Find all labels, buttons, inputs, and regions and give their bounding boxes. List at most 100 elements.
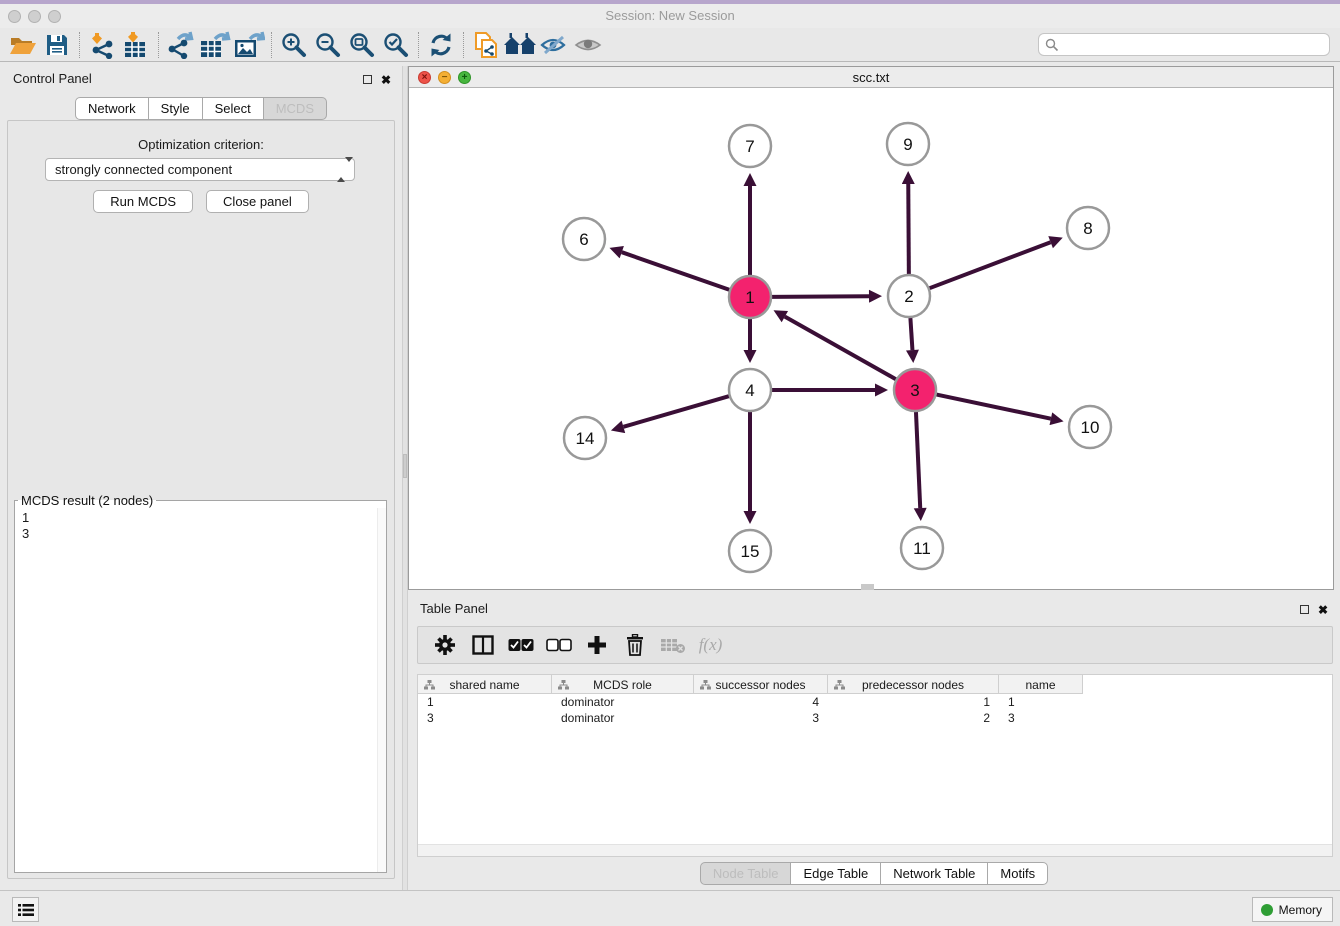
float-icon xyxy=(363,75,372,84)
table-toolbar: f(x) xyxy=(417,626,1333,664)
save-icon xyxy=(45,33,69,57)
show-column-button[interactable] xyxy=(466,630,499,660)
column-header-shared-name[interactable]: shared name xyxy=(418,675,552,694)
network-window-resize-grip[interactable] xyxy=(861,584,874,590)
cell-predecessor-nodes[interactable]: 1 xyxy=(828,694,999,710)
tab-network[interactable]: Network xyxy=(75,97,149,120)
close-icon: ✖ xyxy=(381,73,391,87)
search-field xyxy=(1038,33,1330,56)
graph-edge-3-1[interactable] xyxy=(785,317,896,380)
column-label: MCDS role xyxy=(593,678,652,692)
export-network-button[interactable] xyxy=(164,30,198,60)
search-icon xyxy=(1045,38,1059,52)
delete-row-button[interactable] xyxy=(618,630,651,660)
optimization-criterion-select[interactable]: strongly connected component xyxy=(45,158,355,181)
refresh-button[interactable] xyxy=(424,30,458,60)
mcds-result-text[interactable]: 1 3 xyxy=(15,508,386,872)
tab-motifs[interactable]: Motifs xyxy=(987,862,1048,885)
table-settings-button[interactable] xyxy=(428,630,461,660)
trash-icon xyxy=(625,634,645,656)
hierarchy-icon xyxy=(700,680,711,690)
result-line: 1 xyxy=(22,510,386,526)
tab-edge-table[interactable]: Edge Table xyxy=(790,862,881,885)
double-home-icon xyxy=(503,32,537,58)
tab-mcds[interactable]: MCDS xyxy=(263,97,327,120)
cell-name[interactable]: 1 xyxy=(999,694,1083,710)
control-panel-tabs: Network Style Select MCDS xyxy=(0,97,402,120)
table-row[interactable]: 1 dominator 4 1 1 xyxy=(418,694,1332,710)
import-network-icon xyxy=(88,31,116,59)
graph-edge-1-2[interactable] xyxy=(772,296,869,297)
network-window-titlebar[interactable]: × − + scc.txt xyxy=(409,67,1333,88)
zoom-fit-button[interactable] xyxy=(345,30,379,60)
zoom-in-button[interactable] xyxy=(277,30,311,60)
result-scrollbar[interactable] xyxy=(377,508,386,872)
hide-selected-button[interactable] xyxy=(537,30,571,60)
table-panel-close-button[interactable]: ✖ xyxy=(1318,602,1328,617)
select-all-button[interactable] xyxy=(504,630,537,660)
network-canvas[interactable]: 7968124314101511 xyxy=(409,88,1333,589)
add-row-button[interactable] xyxy=(580,630,613,660)
column-header-predecessor-nodes[interactable]: predecessor nodes xyxy=(828,675,999,694)
import-table-button[interactable] xyxy=(119,30,153,60)
column-header-mcds-role[interactable]: MCDS role xyxy=(552,675,694,694)
export-table-button[interactable] xyxy=(198,30,232,60)
table-row[interactable]: 3 dominator 3 2 3 xyxy=(418,710,1332,726)
cell-predecessor-nodes[interactable]: 2 xyxy=(828,710,999,726)
cell-successor-nodes[interactable]: 3 xyxy=(694,710,828,726)
control-panel-header: Control Panel ✖ xyxy=(0,66,402,92)
table-horizontal-scrollbar[interactable] xyxy=(418,844,1332,856)
graph-edge-3-11[interactable] xyxy=(916,412,920,508)
graph-edge-2-9[interactable] xyxy=(908,184,909,274)
graph-node-label-7: 7 xyxy=(745,137,754,156)
graph-edge-2-3[interactable] xyxy=(910,318,912,350)
network-document-icon xyxy=(471,30,501,60)
tab-network-table[interactable]: Network Table xyxy=(880,862,988,885)
panel-list-button[interactable] xyxy=(12,897,39,922)
show-all-button[interactable] xyxy=(571,30,605,60)
cell-mcds-role[interactable]: dominator xyxy=(552,694,694,710)
control-panel-close-button[interactable]: ✖ xyxy=(381,72,391,87)
tab-style[interactable]: Style xyxy=(148,97,203,120)
deselect-all-button[interactable] xyxy=(542,630,575,660)
open-session-button[interactable] xyxy=(6,30,40,60)
search-input[interactable] xyxy=(1038,33,1330,56)
table-panel-title: Table Panel xyxy=(420,601,488,616)
save-session-button[interactable] xyxy=(40,30,74,60)
control-panel-float-button[interactable] xyxy=(363,72,372,87)
graph-edge-2-8[interactable] xyxy=(930,242,1051,288)
graph-edge-1-6[interactable] xyxy=(622,252,729,290)
export-image-button[interactable] xyxy=(232,30,266,60)
close-panel-button[interactable]: Close panel xyxy=(206,190,309,213)
column-header-name[interactable]: name xyxy=(999,675,1083,694)
zoom-out-button[interactable] xyxy=(311,30,345,60)
graph-edge-4-14[interactable] xyxy=(623,396,728,427)
cell-shared-name[interactable]: 3 xyxy=(418,710,552,726)
node-table[interactable]: shared name MCDS role successor nodes pr… xyxy=(417,674,1333,857)
function-builder-button[interactable]: f(x) xyxy=(694,630,727,660)
run-mcds-button[interactable]: Run MCDS xyxy=(93,190,193,213)
cell-name[interactable]: 3 xyxy=(999,710,1083,726)
hierarchy-icon xyxy=(558,680,569,690)
cell-successor-nodes[interactable]: 4 xyxy=(694,694,828,710)
delete-table-button[interactable] xyxy=(656,630,689,660)
column-header-successor-nodes[interactable]: successor nodes xyxy=(694,675,828,694)
tab-node-table[interactable]: Node Table xyxy=(700,862,792,885)
table-panel-float-button[interactable] xyxy=(1300,602,1309,617)
zoom-selected-button[interactable] xyxy=(379,30,413,60)
splitter-grip[interactable] xyxy=(403,454,407,478)
home-layout-button[interactable] xyxy=(503,30,537,60)
cell-shared-name[interactable]: 1 xyxy=(418,694,552,710)
cell-mcds-role[interactable]: dominator xyxy=(552,710,694,726)
control-panel: Control Panel ✖ Network Style Select MCD… xyxy=(0,66,402,890)
mcds-result-group: MCDS result (2 nodes) 1 3 xyxy=(14,493,387,873)
window-title: Session: New Session xyxy=(0,8,1340,23)
graph-node-label-10: 10 xyxy=(1081,418,1100,437)
new-network-from-selection-button[interactable] xyxy=(469,30,503,60)
graph-node-label-3: 3 xyxy=(910,381,919,400)
import-network-button[interactable] xyxy=(85,30,119,60)
tab-select[interactable]: Select xyxy=(202,97,264,120)
memory-button[interactable]: Memory xyxy=(1252,897,1333,922)
graph-edge-3-10[interactable] xyxy=(937,395,1051,419)
graph-node-label-15: 15 xyxy=(741,542,760,561)
